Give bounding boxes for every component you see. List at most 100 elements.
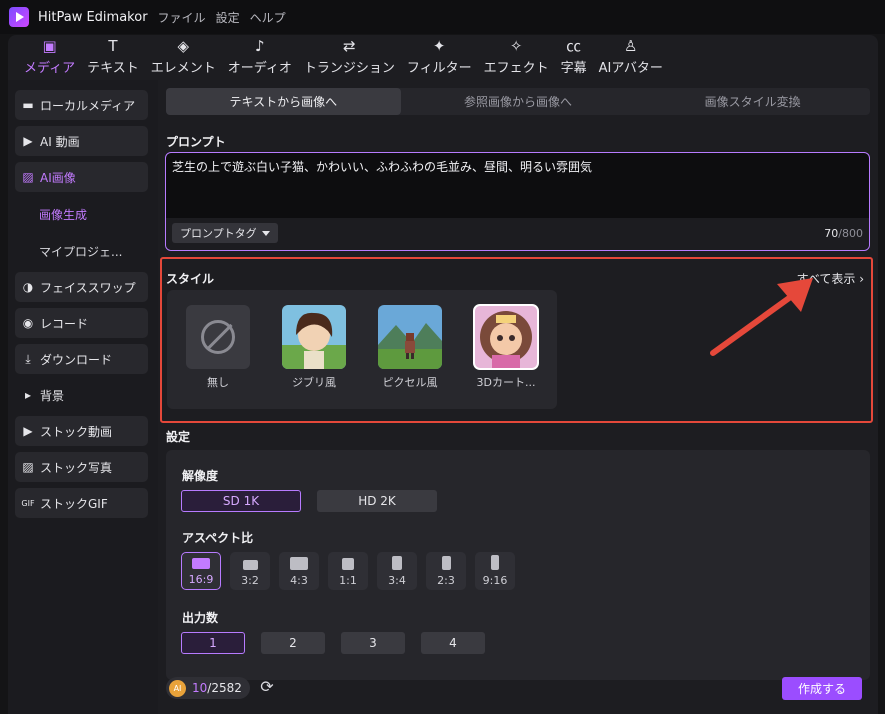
aspect-label: 3:2 <box>241 574 259 587</box>
generation-mode-tabs: テキストから画像へ 参照画像から画像へ 画像スタイル変換 <box>166 88 870 115</box>
tab-elements[interactable]: ◈ エレメント <box>145 35 222 80</box>
prompt-label: プロンプト <box>166 135 226 149</box>
menu-file[interactable]: ファイル <box>158 9 206 26</box>
tab-reference-image-to-image[interactable]: 参照画像から画像へ <box>401 88 636 115</box>
aspect-shape-icon <box>441 556 451 570</box>
aspect-3-4[interactable]: 3:4 <box>377 552 417 590</box>
folder-icon: ▬ <box>22 98 34 112</box>
elements-icon: ◈ <box>177 37 189 55</box>
settings-label: 設定 <box>166 430 191 444</box>
output-count-4[interactable]: 4 <box>421 632 485 654</box>
sidebar-item-ai-video[interactable]: ▶ AI 動画 <box>15 126 148 156</box>
menu-help[interactable]: ヘルプ <box>250 9 286 26</box>
aspect-label: 4:3 <box>290 574 308 587</box>
style-name: 無し <box>207 376 229 389</box>
annotation-arrow-icon <box>710 278 813 356</box>
menu-settings[interactable]: 設定 <box>216 9 240 26</box>
aspect-3-2[interactable]: 3:2 <box>230 552 270 590</box>
sidebar-item-stock-video[interactable]: ▶ ストック動画 <box>15 416 148 446</box>
create-button[interactable]: 作成する <box>782 677 862 700</box>
style-option-ghibli[interactable]: ジブリ風 <box>281 305 347 390</box>
resolution-hd-2k[interactable]: HD 2K <box>317 490 437 512</box>
app-name: HitPaw Edimakor <box>38 9 148 25</box>
sidebar-subitem-image-generation[interactable]: 画像生成 <box>39 206 87 223</box>
sidebar-item-record[interactable]: ◉ レコード <box>15 308 148 338</box>
style-thumbnail <box>378 305 442 369</box>
output-count-label: 出力数 <box>182 611 219 625</box>
transition-icon: ⇄ <box>343 37 356 55</box>
sidebar-item-label: ローカルメディア <box>40 98 136 113</box>
sidebar-item-stock-photo[interactable]: ▨ ストック写真 <box>15 452 148 482</box>
aspect-2-3[interactable]: 2:3 <box>426 552 466 590</box>
credits-used: 10 <box>192 681 208 695</box>
aspect-4-3[interactable]: 4:3 <box>279 552 319 590</box>
sidebar-item-label: レコード <box>40 316 89 331</box>
tab-text-to-image[interactable]: テキストから画像へ <box>166 88 401 115</box>
style-list: 無し ジブリ風 ピクセル風 3Dカート... <box>167 290 557 409</box>
aspect-9-16[interactable]: 9:16 <box>475 552 515 590</box>
tab-transition[interactable]: ⇄ トランジション <box>298 35 401 80</box>
style-option-none[interactable]: 無し <box>185 305 251 390</box>
aspect-16-9[interactable]: 16:9 <box>181 552 221 590</box>
aspect-shape-icon <box>290 557 308 570</box>
tab-label: エフェクト <box>483 61 549 76</box>
prompt-input[interactable]: 芝生の上で遊ぶ白い子猫、かわいい、ふわふわの毛並み、昼間、明るい雰囲気 プロンプ… <box>165 152 870 251</box>
tab-text[interactable]: T テキスト <box>81 35 145 80</box>
prompt-footer: プロンプトタグ 70/800 <box>166 218 869 250</box>
sidebar-item-download[interactable]: ⤓ ダウンロード <box>15 344 148 374</box>
tab-media[interactable]: ▣ メディア <box>18 35 81 80</box>
character-max: /800 <box>838 227 863 240</box>
tab-image-style-transfer[interactable]: 画像スタイル変換 <box>635 88 870 115</box>
avatar-icon: ♙ <box>624 37 638 55</box>
sidebar-item-label: ストック写真 <box>40 460 113 475</box>
prompt-tag-button[interactable]: プロンプトタグ <box>172 223 278 243</box>
sidebar-item-label: ダウンロード <box>40 352 113 367</box>
effect-icon: ✧ <box>509 37 523 55</box>
sidebar-subitem-my-projects[interactable]: マイプロジェ... <box>39 243 122 260</box>
tab-label: AIアバター <box>598 61 663 76</box>
output-count-2[interactable]: 2 <box>261 632 325 654</box>
sidebar-item-local-media[interactable]: ▬ ローカルメディア <box>15 90 148 120</box>
sidebar-item-background[interactable]: ▸ 背景 <box>15 380 148 410</box>
subtitle-icon: ㏄ <box>566 37 582 55</box>
style-name: ジブリ風 <box>292 376 336 389</box>
audio-icon: ♪ <box>254 37 265 55</box>
title-bar: HitPaw Edimakor ファイル 設定 ヘルプ <box>0 0 885 34</box>
sidebar-item-face-swap[interactable]: ◑ フェイススワップ <box>15 272 148 302</box>
sidebar-item-label: 背景 <box>40 388 65 403</box>
style-option-pixel[interactable]: ピクセル風 <box>377 305 443 390</box>
no-style-icon <box>186 305 250 369</box>
resolution-sd-1k[interactable]: SD 1K <box>181 490 301 512</box>
output-count-3[interactable]: 3 <box>341 632 405 654</box>
stock-video-icon: ▶ <box>23 424 33 438</box>
category-tabs: ▣ メディア T テキスト ◈ エレメント ♪ オーディオ ⇄ トランジション ✦ フィルタ… <box>8 35 878 80</box>
tab-subtitle[interactable]: ㏄字幕 <box>555 35 593 80</box>
aspect-1-1[interactable]: 1:1 <box>328 552 368 590</box>
prompt-tag-label: プロンプトタグ <box>180 227 257 240</box>
style-name: ピクセル風 <box>382 376 438 389</box>
style-name: 3Dカート... <box>476 376 536 389</box>
tab-filter[interactable]: ✦ フィルター <box>401 35 478 80</box>
tab-audio[interactable]: ♪ オーディオ <box>222 35 298 80</box>
sidebar-item-ai-image[interactable]: ▨ AI画像 <box>15 162 148 192</box>
tab-effect[interactable]: ✧ エフェクト <box>478 35 555 80</box>
tab-label: フィルター <box>406 61 472 76</box>
aspect-ratio-label: アスペクト比 <box>182 531 254 545</box>
aspect-shape-icon <box>392 556 402 570</box>
sidebar-item-stock-gif[interactable]: GIF ストックGIF <box>15 488 148 518</box>
tab-ai-avatar[interactable]: ♙ AIアバター <box>593 35 669 80</box>
aspect-label: 16:9 <box>188 573 214 586</box>
style-thumbnail <box>282 305 346 369</box>
app-logo-icon <box>9 7 29 27</box>
style-option-3d-cartoon[interactable]: 3Dカート... <box>473 304 539 390</box>
media-icon: ▣ <box>42 37 57 55</box>
output-count-1[interactable]: 1 <box>181 632 245 654</box>
download-icon: ⤓ <box>25 351 31 366</box>
prompt-text[interactable]: 芝生の上で遊ぶ白い子猫、かわいい、ふわふわの毛並み、昼間、明るい雰囲気 <box>172 158 592 175</box>
chevron-down-icon <box>261 230 270 236</box>
refresh-icon[interactable]: ⟳ <box>257 677 277 697</box>
aspect-label: 3:4 <box>388 574 406 587</box>
character-counter: 70/800 <box>824 227 863 240</box>
aspect-shape-icon <box>491 555 499 570</box>
style-thumbnail <box>473 304 539 370</box>
